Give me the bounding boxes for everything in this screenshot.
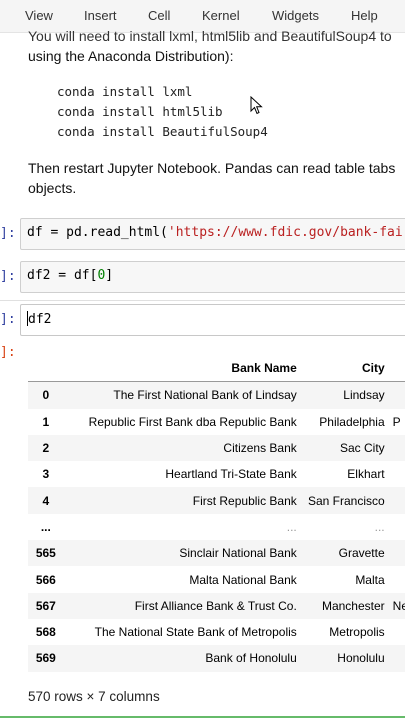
bank-name-cell: The National State Bank of Metropolis: [94, 625, 297, 640]
markdown-line: You will need to install lxml, html5lib …: [28, 28, 392, 44]
code-text: df2: [27, 311, 52, 327]
column-header-truncated: [388, 355, 405, 383]
truncated-cell: [389, 540, 405, 566]
city-cell: Lindsay: [343, 388, 385, 403]
output-prompt: ]:: [0, 345, 16, 360]
code-text: df2 = df[0]: [27, 268, 114, 283]
row-index: 569: [35, 651, 56, 666]
row-index: ...: [40, 519, 51, 534]
city-cell: Honolulu: [337, 651, 385, 666]
city-cell: Gravette: [338, 546, 385, 561]
truncated-cell: Nev: [392, 598, 405, 613]
bank-name-cell: Heartland Tri-State Bank: [165, 467, 297, 482]
menu-help[interactable]: Help: [351, 8, 378, 23]
code-cell-input[interactable]: df = pd.read_html('https://www.fdic.gov/…: [20, 218, 405, 250]
truncated-cell: P: [392, 414, 401, 429]
city-cell: Sac City: [339, 441, 385, 456]
markdown-code-line: conda install lxml: [57, 84, 193, 99]
row-count-summary: 570 rows × 7 columns: [28, 689, 160, 704]
city-cell: Metropolis: [329, 625, 385, 640]
column-header: Bank Name: [63, 355, 301, 383]
table-row: 568 The National State Bank of Metropolis…: [28, 619, 405, 645]
truncated-cell: [389, 645, 405, 671]
truncated-cell: [389, 487, 405, 513]
cell-prompt: ]:: [0, 226, 16, 241]
menu-cell[interactable]: Cell: [148, 8, 170, 23]
cell-selection-bar: [0, 716, 405, 718]
table-row: 566 Malta National Bank Malta: [28, 566, 405, 592]
table-row: 0 The First National Bank of Lindsay Linds…: [28, 381, 405, 409]
city-cell: Philadelphia: [319, 414, 385, 429]
truncated-cell: [389, 435, 405, 461]
bank-name-cell: Sinclair National Bank: [179, 546, 297, 561]
column-header: City: [300, 355, 389, 383]
bank-name-cell: The First National Bank of Lindsay: [113, 388, 297, 403]
table-row: 3 Heartland Tri-State Bank Elkhart: [28, 461, 405, 487]
row-index: 2: [42, 441, 50, 456]
markdown-line: objects.: [28, 180, 77, 196]
code-cell-input[interactable]: df2 = df[0]: [20, 261, 405, 293]
row-index: 568: [35, 625, 56, 640]
bank-name-cell: First Republic Bank: [192, 493, 297, 508]
table-row: 2 Citizens Bank Sac City: [28, 434, 405, 462]
code-text: df = pd.read_html('https://www.fdic.gov/…: [27, 225, 403, 240]
table-row: 4 First Republic Bank San Francisco: [28, 487, 405, 514]
menu-view[interactable]: View: [25, 8, 53, 23]
mouse-cursor-icon: [250, 96, 263, 115]
row-index: 3: [42, 467, 50, 482]
bank-name-cell: ...: [286, 519, 297, 534]
table-header-row: Bank Name City: [28, 355, 405, 383]
city-cell: Elkhart: [347, 467, 385, 482]
row-index: 565: [35, 546, 56, 561]
row-index: 567: [35, 598, 56, 613]
cell-prompt: ]:: [0, 312, 16, 327]
table-row: 567 First Alliance Bank & Trust Co. Manche…: [28, 592, 405, 619]
markdown-line: Then restart Jupyter Notebook. Pandas ca…: [28, 160, 396, 176]
table-row: 1 Republic First Bank dba Republic Bank Ph…: [28, 409, 405, 435]
markdown-code-line: conda install BeautifulSoup4: [57, 124, 268, 139]
bank-name-cell: First Alliance Bank & Trust Co.: [134, 598, 297, 613]
city-cell: Malta: [355, 572, 385, 587]
table-row: 569 Bank of Honolulu Honolulu: [28, 645, 405, 672]
truncated-cell: [389, 461, 405, 487]
row-index: 0: [42, 388, 50, 403]
markdown-code-line: conda install html5lib: [57, 104, 223, 119]
truncated-cell: [389, 514, 405, 540]
menu-insert[interactable]: Insert: [84, 8, 117, 23]
city-cell: Manchester: [321, 598, 385, 613]
row-index: 566: [35, 572, 56, 587]
bank-name-cell: Bank of Honolulu: [205, 651, 297, 666]
index-header: [28, 355, 64, 383]
bank-name-cell: Malta National Bank: [189, 572, 297, 587]
city-cell: San Francisco: [307, 493, 385, 508]
row-index: 4: [42, 493, 50, 508]
bank-name-cell: Citizens Bank: [223, 441, 297, 456]
row-index: 1: [42, 414, 50, 429]
truncated-cell: [389, 566, 405, 592]
truncated-cell: [389, 382, 405, 409]
bank-name-cell: Republic First Bank dba Republic Bank: [88, 414, 297, 429]
truncated-cell: [389, 619, 405, 645]
menu-widgets[interactable]: Widgets: [272, 8, 319, 23]
code-cell-input[interactable]: df2: [20, 304, 405, 336]
table-row: 565 Sinclair National Bank Gravette: [28, 540, 405, 567]
city-cell: ...: [374, 519, 385, 534]
dataframe-table: Bank Name City 0 The First National Bank …: [28, 355, 405, 672]
cell-prompt: ]:: [0, 269, 16, 284]
markdown-line: using the Anaconda Distribution):: [28, 48, 234, 64]
table-row: .........: [28, 514, 405, 540]
menu-kernel[interactable]: Kernel: [202, 8, 240, 23]
